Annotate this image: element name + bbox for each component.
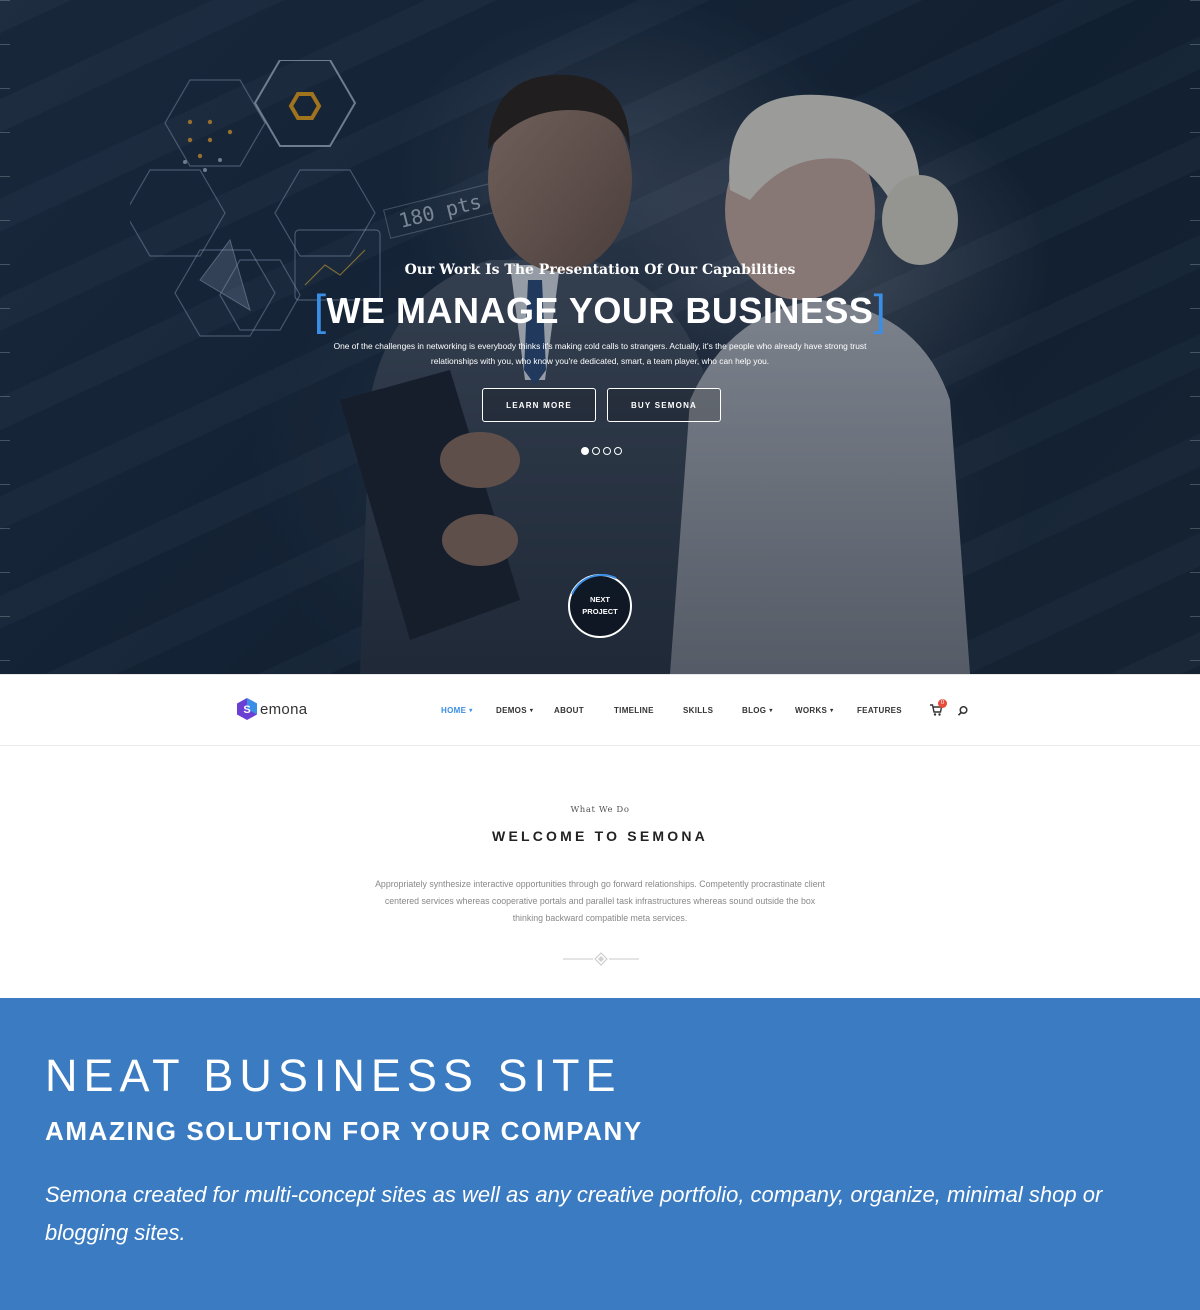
learn-more-button[interactable]: LEARN MORE	[482, 388, 596, 422]
main-navbar: S emona HOME ▾ DEMOS ▾ ABOUT TIMELINE SKIL…	[0, 674, 1200, 746]
right-edge-ruler	[1190, 0, 1200, 674]
next-project-button[interactable]: NEXT PROJECT	[568, 574, 632, 638]
hexagon-s-logo-icon: S	[237, 698, 257, 720]
hero-title: [WE MANAGE YOUR BUSINESS]	[0, 286, 1200, 336]
chevron-down-icon: ▾	[769, 708, 773, 714]
welcome-section: What We Do WELCOME TO SEMONA Appropriate…	[0, 746, 1200, 998]
nav-home[interactable]: HOME ▾	[441, 706, 473, 715]
hero-section: 180 pts Our Work Is The Presentation Of …	[0, 0, 1200, 674]
search-icon[interactable]	[957, 705, 969, 717]
nav-features[interactable]: FEATURES	[857, 706, 902, 715]
chevron-down-icon: ▾	[469, 708, 473, 714]
banner-title: NEAT BUSINESS SITE	[45, 1050, 622, 1101]
welcome-title: WELCOME TO SEMONA	[492, 828, 708, 844]
next-project-line2: PROJECT	[582, 607, 618, 616]
next-project-line1: NEXT	[589, 595, 610, 604]
site-logo[interactable]: S emona	[235, 697, 307, 721]
logo-text: emona	[260, 700, 308, 718]
welcome-text: Appropriately synthesize interactive opp…	[375, 879, 825, 923]
welcome-kicker: What We Do	[570, 805, 630, 815]
nav-skills[interactable]: SKILLS	[683, 706, 713, 715]
cart-count-badge: 0	[938, 699, 947, 708]
nav-home-label: HOME	[441, 706, 467, 715]
hero-description: One of the challenges in networking is e…	[333, 341, 867, 366]
nav-features-label: FEATURES	[857, 706, 902, 715]
nav-works[interactable]: WORKS ▾	[795, 706, 833, 715]
slider-dot-2[interactable]	[592, 447, 600, 455]
nav-demos-label: DEMOS	[496, 706, 527, 715]
buy-semona-button[interactable]: BUY SEMONA	[607, 388, 721, 422]
title-bracket-left: [	[313, 286, 327, 335]
nav-skills-label: SKILLS	[683, 706, 714, 715]
nav-blog-label: BLOG	[742, 706, 767, 715]
banner-subtitle: AMAZING SOLUTION FOR YOUR COMPANY	[45, 1116, 643, 1146]
chevron-down-icon: ▾	[830, 708, 834, 714]
slider-dot-4[interactable]	[614, 447, 622, 455]
hero-title-text: WE MANAGE YOUR BUSINESS	[326, 290, 874, 331]
nav-blog[interactable]: BLOG ▾	[742, 706, 773, 715]
diamond-divider-icon	[563, 952, 639, 966]
slider-dots	[581, 447, 622, 455]
chevron-down-icon: ▾	[529, 708, 534, 714]
nav-timeline[interactable]: TIMELINE	[614, 706, 654, 715]
nav-demos[interactable]: DEMOS ▾	[496, 706, 533, 715]
svg-text:S: S	[243, 704, 250, 716]
nav-about[interactable]: ABOUT	[554, 706, 584, 715]
nav-timeline-label: TIMELINE	[614, 706, 654, 715]
left-edge-ruler	[0, 0, 10, 674]
hero-kicker: Our Work Is The Presentation Of Our Capa…	[404, 262, 796, 278]
promo-banner: NEAT BUSINESS SITE AMAZING SOLUTION FOR …	[0, 998, 1200, 1310]
nav-works-label: WORKS	[795, 706, 828, 715]
banner-text: Semona created for multi-concept sites a…	[45, 1182, 1103, 1245]
slider-dot-1[interactable]	[581, 447, 589, 455]
title-bracket-right: ]	[873, 286, 887, 335]
nav-about-label: ABOUT	[554, 706, 584, 715]
slider-dot-3[interactable]	[603, 447, 611, 455]
